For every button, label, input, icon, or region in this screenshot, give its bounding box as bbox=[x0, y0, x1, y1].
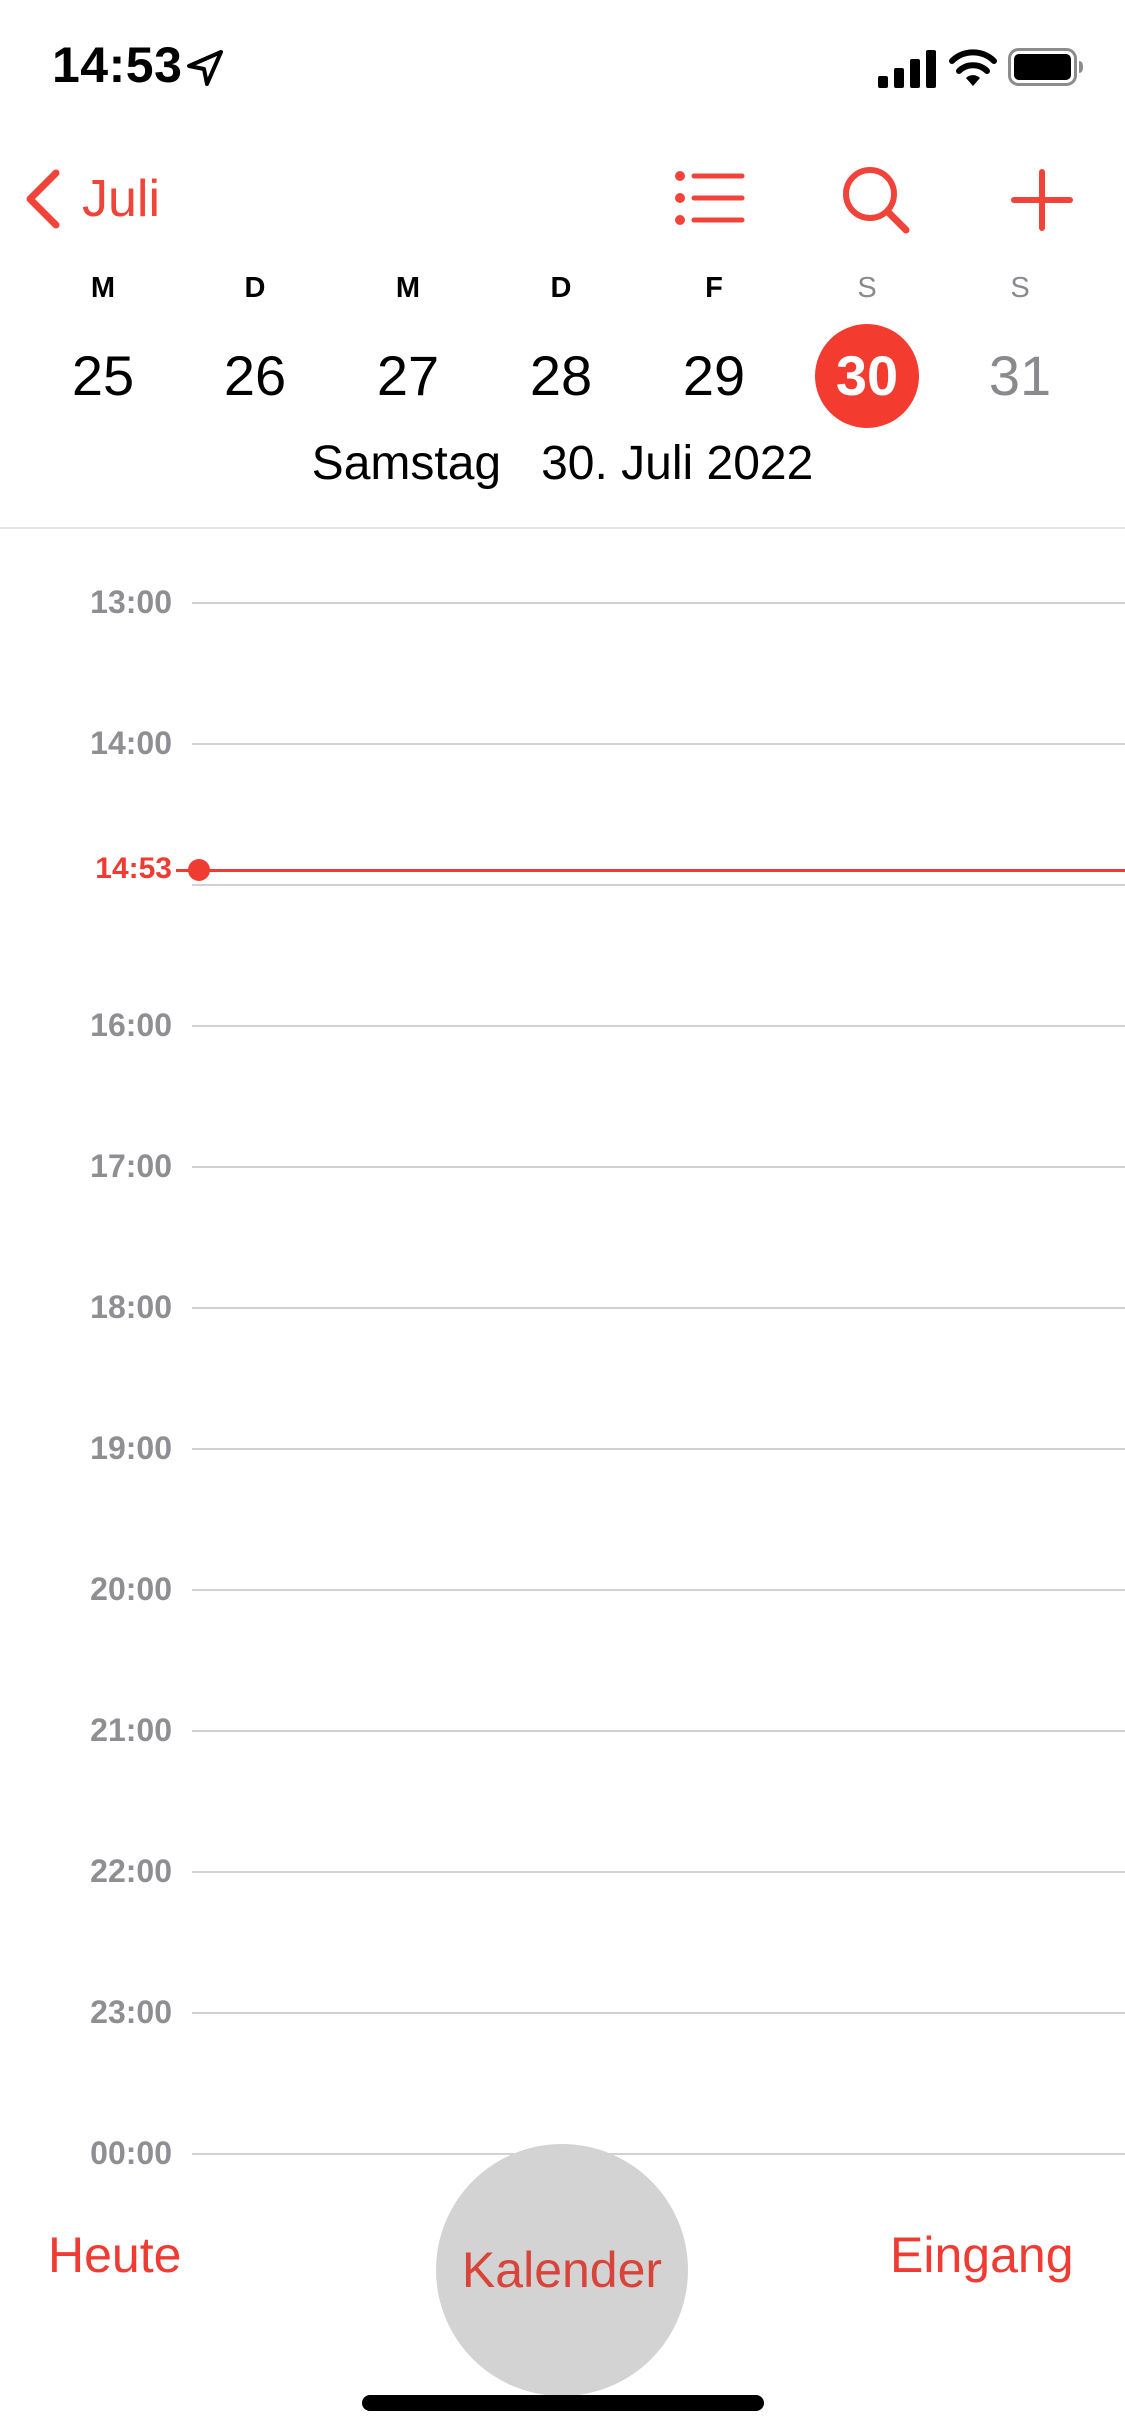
day-timeline[interactable]: 13:00 14:00 16:00 17:00 18:00 19:00 20:0… bbox=[0, 530, 1125, 2180]
weekday-letter: S bbox=[1010, 272, 1030, 304]
chevron-left-icon bbox=[26, 169, 60, 229]
back-label: Juli bbox=[82, 170, 161, 228]
hour-label: 18:00 bbox=[90, 1289, 172, 1325]
hour-label: 17:00 bbox=[90, 1148, 172, 1184]
hour-row: 20:00 bbox=[0, 1569, 1125, 1609]
inbox-button[interactable]: Eingang bbox=[890, 2226, 1074, 2284]
weekday-letter: F bbox=[705, 272, 723, 304]
weekday-letter: S bbox=[857, 272, 877, 304]
hour-line bbox=[192, 1025, 1125, 1027]
navigation-bar: Juli bbox=[0, 150, 1125, 250]
status-bar: 14:53 bbox=[0, 0, 1125, 132]
hour-label: 14:00 bbox=[90, 725, 172, 761]
weekday-letter: D bbox=[550, 272, 572, 304]
wifi-icon bbox=[949, 49, 997, 86]
day-column[interactable]: D 28 bbox=[506, 268, 616, 438]
hour-line bbox=[192, 2153, 1125, 2155]
hour-line bbox=[192, 1730, 1125, 1732]
header-divider bbox=[0, 527, 1125, 529]
current-time-indicator: 14:53 bbox=[0, 849, 1125, 889]
day-column-selected[interactable]: S 30 bbox=[812, 268, 922, 438]
hour-label: 20:00 bbox=[90, 1571, 172, 1607]
hour-label: 21:00 bbox=[90, 1712, 172, 1748]
hour-line bbox=[192, 602, 1125, 604]
weekday-letter: D bbox=[244, 272, 266, 304]
selected-date-title: Samstag 30. Juli 2022 bbox=[311, 437, 814, 490]
hour-row: 19:00 bbox=[0, 1428, 1125, 1468]
hour-line bbox=[192, 1166, 1125, 1168]
current-time-dot bbox=[188, 859, 210, 881]
current-time-line bbox=[198, 869, 1125, 872]
hour-label: 13:00 bbox=[90, 584, 172, 620]
day-column[interactable]: M 25 bbox=[48, 268, 158, 438]
hour-row: 18:00 bbox=[0, 1287, 1125, 1327]
hour-label: 23:00 bbox=[90, 1994, 172, 2030]
hour-row: 23:00 bbox=[0, 1992, 1125, 2032]
hour-line bbox=[192, 1871, 1125, 1873]
hour-line bbox=[192, 2012, 1125, 2014]
day-number: 25 bbox=[71, 344, 135, 407]
hour-label: 22:00 bbox=[90, 1853, 172, 1889]
bottom-toolbar: Heute Kalender Eingang bbox=[0, 2144, 1125, 2396]
hour-label: 16:00 bbox=[90, 1007, 172, 1043]
hour-line bbox=[192, 1448, 1125, 1450]
hour-row: 14:00 bbox=[0, 723, 1125, 763]
battery-icon bbox=[1008, 48, 1083, 86]
home-indicator[interactable] bbox=[362, 2395, 764, 2411]
week-strip: M 25 D 26 M 27 D 28 F 29 S 30 S 31 bbox=[0, 268, 1125, 458]
weekday-letter: M bbox=[395, 272, 421, 304]
hour-line bbox=[192, 743, 1125, 745]
today-button[interactable]: Heute bbox=[48, 2226, 181, 2284]
hour-row: 17:00 bbox=[0, 1146, 1125, 1186]
search-icon[interactable] bbox=[840, 164, 912, 236]
calendars-button[interactable]: Kalender bbox=[436, 2144, 688, 2396]
hour-label: 19:00 bbox=[90, 1430, 172, 1466]
day-number-selected: 30 bbox=[815, 324, 919, 428]
hour-row: 21:00 bbox=[0, 1710, 1125, 1750]
day-number: 28 bbox=[529, 344, 593, 407]
cellular-signal-icon bbox=[878, 50, 936, 88]
weekday-letter: M bbox=[90, 272, 116, 304]
day-column[interactable]: M 27 bbox=[353, 268, 463, 438]
day-number: 31 bbox=[988, 344, 1052, 407]
day-number: 26 bbox=[223, 344, 287, 407]
hour-label: 00:00 bbox=[90, 2135, 172, 2171]
list-icon[interactable] bbox=[674, 168, 746, 228]
hour-row: 13:00 bbox=[0, 582, 1125, 622]
hour-row: 16:00 bbox=[0, 1005, 1125, 1045]
status-time: 14:53 bbox=[52, 37, 183, 93]
hour-line bbox=[192, 1307, 1125, 1309]
day-column[interactable]: F 29 bbox=[659, 268, 769, 438]
day-number: 29 bbox=[682, 344, 746, 407]
current-time-label: 14:53 bbox=[95, 852, 172, 885]
plus-icon[interactable] bbox=[1010, 168, 1074, 232]
hour-line bbox=[192, 1589, 1125, 1591]
hour-row: 22:00 bbox=[0, 1851, 1125, 1891]
day-column[interactable]: S 31 bbox=[965, 268, 1075, 438]
day-column[interactable]: D 26 bbox=[200, 268, 310, 438]
location-arrow-icon bbox=[187, 50, 223, 86]
back-to-month-button[interactable]: Juli bbox=[22, 164, 160, 234]
day-number: 27 bbox=[376, 344, 440, 407]
